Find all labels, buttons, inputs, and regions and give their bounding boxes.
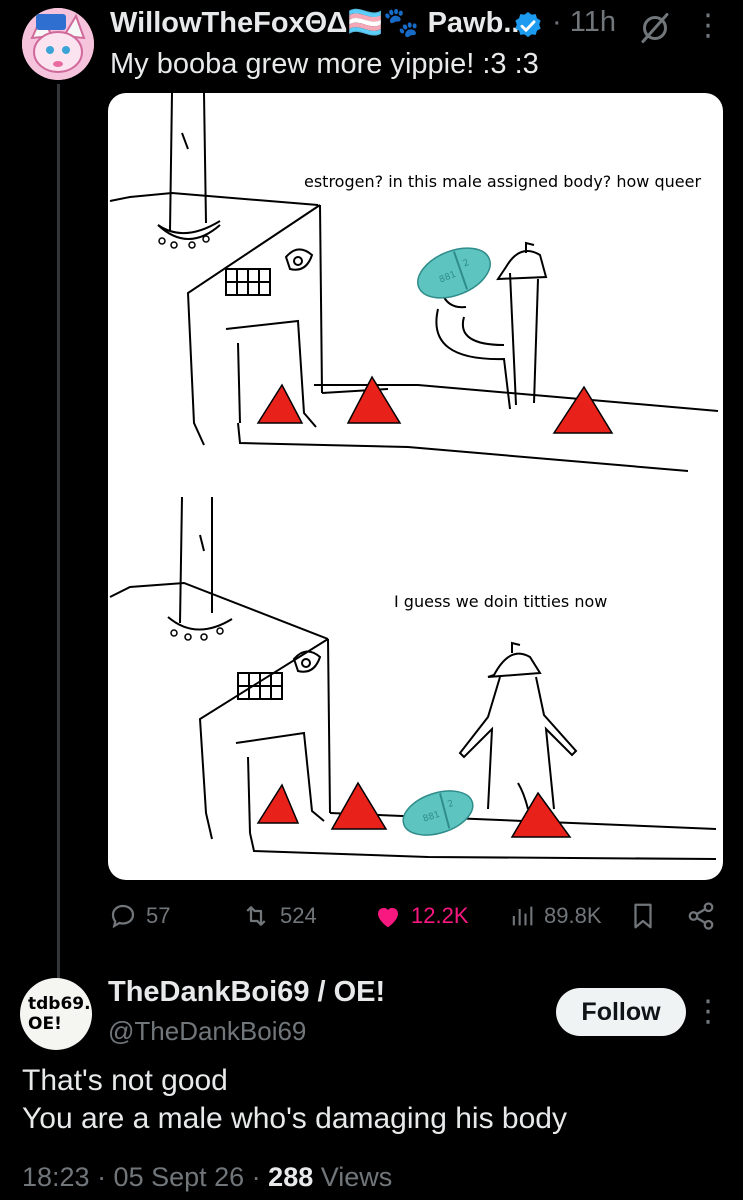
reply-timestamp[interactable]: 18:23 · 05 Sept 26 ·	[22, 1162, 268, 1192]
post-image[interactable]: 881 2 estrogen? in this male assigned bo…	[108, 93, 723, 880]
reply-author-handle[interactable]: @TheDankBoi69	[108, 1016, 306, 1047]
author-name[interactable]: WillowTheFoxΘΔ🏳️‍⚧️🐾 Pawb...	[110, 6, 527, 40]
reply-views-count: 288	[268, 1162, 314, 1192]
like-icon	[378, 907, 398, 928]
reply-text-line-2: You are a male who's damaging his body	[22, 1102, 567, 1135]
share-icon	[688, 902, 714, 930]
repost-count: 524	[280, 903, 317, 928]
post-time[interactable]: · 11h	[552, 6, 616, 39]
post-text: My booba grew more yippie! :3 :3	[110, 48, 539, 80]
verified-icon	[512, 10, 544, 42]
panel1-caption: estrogen? in this male assigned body? ho…	[304, 172, 701, 191]
share-button[interactable]	[686, 898, 724, 934]
reply-button[interactable]: 57	[108, 898, 170, 934]
like-button[interactable]: 12.2K	[373, 898, 469, 934]
more-icon[interactable]: ⋮	[688, 6, 728, 46]
reply-meta: 18:23 · 05 Sept 26 · 288 Views	[22, 1162, 392, 1193]
like-count: 12.2K	[411, 903, 469, 928]
reply-avatar[interactable]: tdb69. OE!	[20, 978, 92, 1050]
repost-icon	[246, 906, 266, 926]
more-icon[interactable]: ⋮	[690, 992, 726, 1032]
bookmark-button[interactable]	[628, 898, 666, 934]
thread-line	[57, 84, 60, 984]
views-button[interactable]: 89.8K	[508, 898, 602, 934]
views-count: 89.8K	[544, 903, 602, 928]
repost-button[interactable]: 524	[240, 898, 317, 934]
bookmark-icon	[634, 903, 652, 929]
author-avatar[interactable]	[22, 8, 94, 80]
reply-views-label: Views	[313, 1162, 393, 1192]
reply-icon	[111, 904, 135, 929]
reply-avatar-text-2: OE!	[28, 1014, 62, 1034]
grok-icon[interactable]	[637, 10, 673, 46]
follow-button[interactable]: Follow	[556, 988, 686, 1036]
reply-avatar-text-1: tdb69.	[28, 994, 91, 1014]
reply-count: 57	[146, 903, 171, 928]
reply-text-line-1: That's not good	[22, 1064, 228, 1097]
reply-author-name[interactable]: TheDankBoi69 / OE!	[108, 976, 385, 1009]
views-icon	[512, 906, 533, 926]
panel2-caption: I guess we doin titties now	[394, 592, 607, 611]
